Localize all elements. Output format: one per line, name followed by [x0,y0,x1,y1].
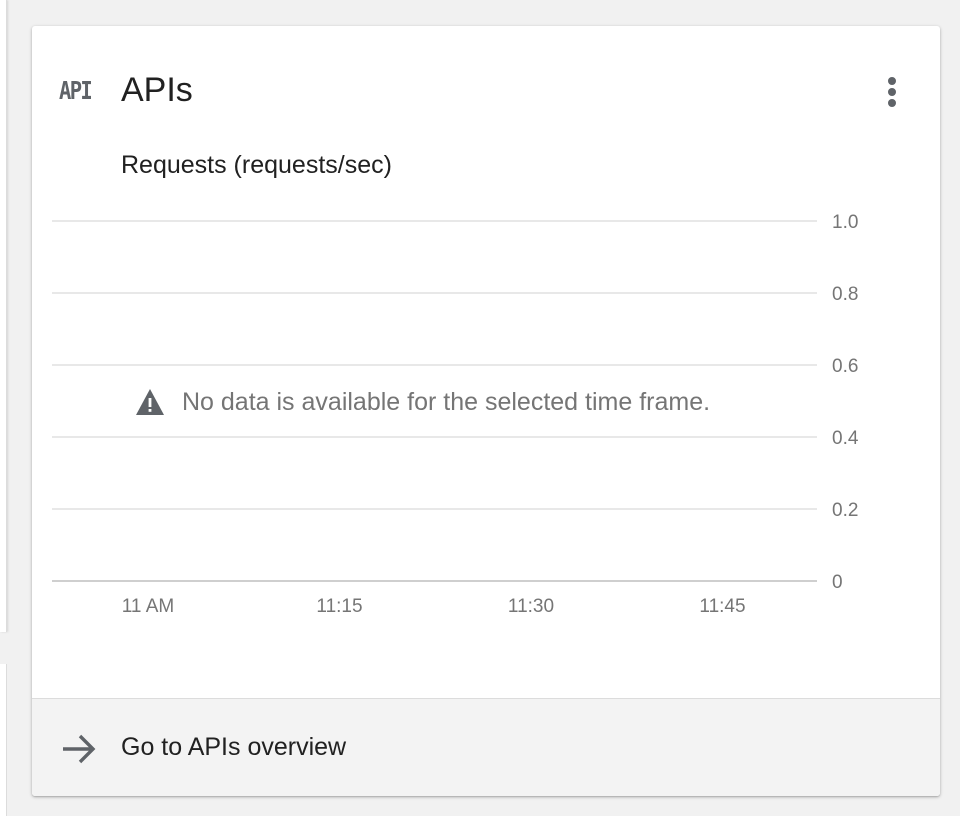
requests-chart: 1.0 0.8 0.6 0.4 0.2 0 11 AM 11:15 11:30 11:45 [52,212,859,617]
adjacent-card-edge-lower [0,664,7,816]
apis-card: API APIs Requests (requests/sec) 1.0 0.8 0… [32,26,940,796]
x-tick-label: 11:45 [699,596,745,617]
arrow-forward-icon [63,734,96,764]
footer-label: Go to APIs overview [121,733,347,761]
adjacent-card-edge [0,0,7,632]
y-tick-label: 0.4 [832,428,859,449]
no-data-text: No data is available for the selected ti… [182,388,711,416]
warning-icon [136,389,164,415]
x-tick-label: 11:30 [508,596,554,617]
y-tick-label: 0.8 [832,284,858,305]
x-tick-label: 11 AM [122,596,174,617]
x-tick-label: 11:15 [316,596,362,617]
y-tick-label: 0.6 [832,356,858,377]
no-data-message: No data is available for the selected ti… [135,384,710,420]
y-tick-label: 1.0 [832,212,858,233]
y-tick-label: 0 [832,572,843,593]
go-to-apis-overview-link[interactable]: Go to APIs overview [32,698,940,796]
y-tick-label: 0.2 [832,500,858,521]
